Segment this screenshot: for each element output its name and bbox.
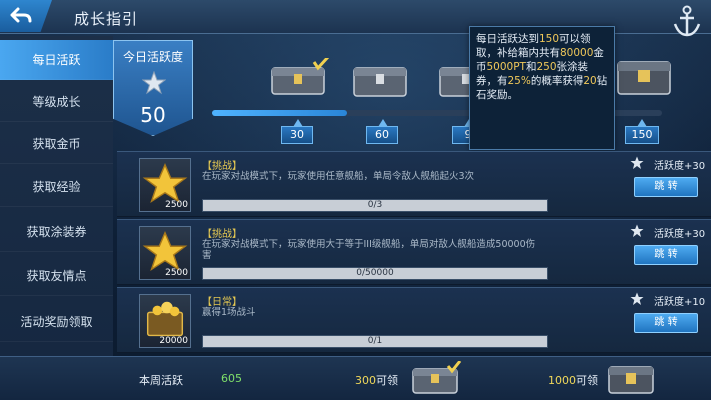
tooltip-text: 的概率获得 [530,75,584,87]
task-description: 在玩家对战模式下，玩家使用任意舰船，单局令敌人舰船起火3次 [202,171,475,182]
task-points: 2500 [165,268,188,278]
task-tag: 【日常】 [202,297,242,308]
tooltip-highlight: 25% [507,75,531,87]
weekly-milestone-suffix: 可领 [376,374,398,387]
sidebar-item-level-growth[interactable]: 等级成长 [0,82,113,122]
tooltip-text: 和 [525,61,537,73]
tooltip-text: 每日活跃达到 [476,33,539,45]
task-points: 20000 [159,336,188,346]
today-activity-badge: 今日活跃度 50 [113,40,193,136]
weekly-milestone-value: 1000 [548,374,576,387]
task-activity-reward: 活跃度+30 [654,229,706,240]
milestone-marker: 150 [625,119,659,144]
weekly-milestone-suffix: 可领 [576,374,598,387]
back-button[interactable] [0,0,52,32]
task-tag: 【挑战】 [202,161,242,172]
sidebar-item-get-friend-points[interactable]: 获取友情点 [0,256,113,296]
task-points: 2500 [165,200,188,210]
task-card: 2500 【挑战】 在玩家对战模式下，玩家使用大于等于III级舰船，单局对敌人舰… [117,219,711,285]
reward-chest-icon[interactable] [350,60,412,100]
task-description: 赢得1场战斗 [202,307,256,318]
task-progress-text: 0/1 [367,336,383,346]
activity-star-icon [630,156,644,169]
sidebar-item-daily-activity[interactable]: 每日活跃 [0,40,113,80]
weekly-activity-label: 本周活跃 [139,374,183,387]
weekly-activity-value: 605 [221,372,242,385]
tooltip-highlight: 5000PT [486,61,526,73]
weekly-milestone-2: 1000可领 [548,372,598,388]
goto-button[interactable]: 跳 转 [634,177,698,197]
task-activity-reward: 活跃度+10 [654,297,706,308]
weekly-chest-icon[interactable] [606,361,658,395]
reward-tooltip: 每日活跃达到150可以领取，补给箱内共有80000金币5000PT和250张涂装… [469,26,615,150]
task-icon-box: 20000 [139,294,191,348]
tooltip-highlight: 250 [536,61,557,73]
sidebar: 每日活跃 等级成长 获取金币 获取经验 获取涂装券 获取友情点 活动奖励领取 [0,36,113,400]
sidebar-item-label: 获取经验 [32,180,81,194]
tooltip-highlight: 80000 [560,47,594,59]
task-icon-box: 2500 [139,226,191,280]
milestone-marker: 60 [366,119,398,144]
milestone-marker: 30 [281,119,313,144]
task-tag: 【挑战】 [202,229,242,240]
task-activity-reward: 活跃度+30 [654,161,706,172]
page-title: 成长指引 [74,10,139,28]
task-description: 在玩家对战模式下，玩家使用大于等于III级舰船，单局对敌人舰船造成50000伤害 [202,239,536,261]
sidebar-item-label: 活动奖励领取 [20,315,93,329]
task-card: 2500 【挑战】 在玩家对战模式下，玩家使用任意舰船，单局令敌人舰船起火3次 … [117,151,711,217]
task-icon-box: 2500 [139,158,191,212]
anchor-icon[interactable] [671,4,703,38]
sidebar-item-get-paint-voucher[interactable]: 获取涂装券 [0,212,113,252]
task-progress-bar: 0/50000 [202,267,548,280]
sidebar-item-label: 获取友情点 [26,269,87,283]
task-progress-bar: 0/3 [202,199,548,212]
sidebar-item-label: 等级成长 [32,95,81,109]
task-progress-text: 0/3 [367,200,383,210]
activity-progress-fill [212,110,347,116]
reward-chest-icon[interactable] [268,58,330,98]
task-progress-bar: 0/1 [202,335,548,348]
sidebar-item-get-gold[interactable]: 获取金币 [0,124,113,164]
reward-chest-icon[interactable] [614,56,676,96]
weekly-milestone-value: 300 [355,374,376,387]
weekly-milestone-1: 300可领 [355,372,398,388]
task-card: 20000 【日常】 赢得1场战斗 0/1 活跃度+10 跳 转 [117,287,711,353]
today-activity-label: 今日活跃度 [122,50,183,64]
activity-star-icon [630,224,644,237]
tooltip-highlight: 20 [583,75,597,87]
silver-star-icon [142,71,166,95]
goto-button[interactable]: 跳 转 [634,245,698,265]
tooltip-highlight: 150 [539,33,560,45]
weekly-activity-bar: 本周活跃 605 300可领 1000可领 [0,356,711,400]
sidebar-item-label: 每日活跃 [32,53,81,67]
weekly-chest-icon[interactable] [410,361,462,395]
goto-button[interactable]: 跳 转 [634,313,698,333]
today-activity-value: 50 [140,103,166,127]
back-arrow-icon [10,7,32,23]
sidebar-item-label: 获取金币 [32,137,81,151]
task-progress-text: 0/50000 [356,268,394,278]
sidebar-item-event-rewards[interactable]: 活动奖励领取 [0,302,113,342]
sidebar-item-label: 获取涂装券 [26,225,87,239]
sidebar-item-get-exp[interactable]: 获取经验 [0,167,113,207]
activity-star-icon [630,292,644,305]
